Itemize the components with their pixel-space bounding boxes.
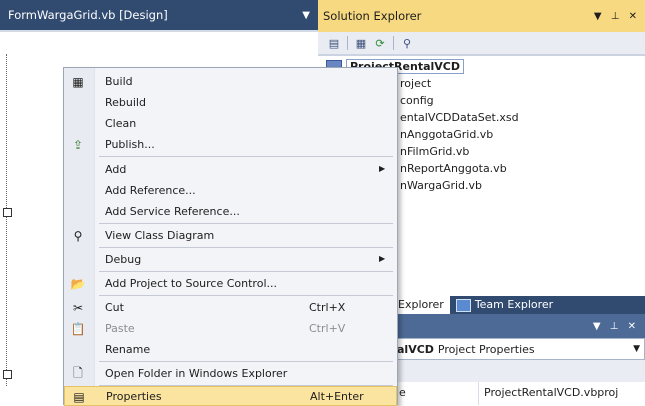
solution-explorer-title: Solution Explorer	[323, 9, 422, 23]
menu-item-paste: 📋 Paste Ctrl+V	[64, 318, 397, 340]
menu-item-publish[interactable]: ⇪ Publish...	[64, 134, 397, 156]
menu-item-debug[interactable]: Debug ▶	[64, 249, 397, 271]
tree-item[interactable]: config	[400, 92, 434, 109]
menu-item-add-reference[interactable]: Add Reference...	[64, 180, 397, 202]
designer-tab-title[interactable]: FormWargaGrid.vb [Design]	[8, 8, 168, 22]
tree-item[interactable]: nFilmGrid.vb	[400, 143, 469, 160]
project-context-menu: ▦ Build Rebuild Clean ⇪ Publish... Add ▶…	[63, 67, 398, 406]
properties-toolbar-icon[interactable]: ▤	[326, 35, 342, 51]
menu-item-add-service-reference[interactable]: Add Service Reference...	[64, 201, 397, 223]
tab-team-explorer[interactable]: Team Explorer	[450, 296, 559, 314]
menu-item-rebuild[interactable]: Rebuild	[64, 92, 397, 114]
tree-item[interactable]: nWargaGrid.vb	[400, 177, 482, 194]
source-control-icon: 📂	[70, 277, 86, 291]
menu-item-cut[interactable]: ✂ Cut Ctrl+X	[64, 297, 397, 319]
menu-item-label: Add Project to Source Control...	[105, 277, 277, 290]
menu-item-label: Rebuild	[105, 96, 146, 109]
menu-shortcut: Ctrl+X	[309, 301, 346, 314]
properties-object-type: Project Properties	[437, 342, 535, 356]
tab-dropdown-icon[interactable]: ▼	[302, 10, 310, 21]
menu-item-label: Build	[105, 75, 133, 88]
toolbar-separator	[393, 36, 394, 50]
menu-separator	[99, 223, 393, 224]
menu-separator	[99, 361, 393, 362]
menu-item-label: Rename	[105, 343, 151, 356]
show-all-files-icon[interactable]: ▦	[353, 35, 369, 51]
menu-item-properties[interactable]: ▤ Properties Alt+Enter	[64, 386, 397, 406]
panel-controls-icon[interactable]: ▼ ⊥ ✕	[594, 11, 640, 22]
property-divider	[478, 382, 479, 405]
team-explorer-icon	[455, 298, 471, 312]
publish-icon: ⇪	[72, 138, 84, 152]
menu-item-label: Add Reference...	[105, 184, 196, 197]
menu-separator	[99, 156, 393, 157]
menu-item-label: Debug	[105, 253, 142, 266]
designer-tab-header[interactable]: FormWargaGrid.vb [Design] ▼	[0, 0, 318, 32]
tree-item[interactable]: nReportAnggota.vb	[400, 160, 507, 177]
menu-shortcut: Alt+Enter	[310, 390, 364, 403]
property-value[interactable]: ProjectRentalVCD.vbproj	[484, 386, 618, 399]
solution-explorer-header: Solution Explorer ▼ ⊥ ✕	[318, 0, 645, 32]
menu-item-label: View Class Diagram	[105, 229, 215, 242]
paste-icon: 📋	[70, 322, 86, 336]
submenu-arrow-icon: ▶	[379, 164, 386, 173]
form-border	[6, 54, 13, 386]
menu-item-label: Add Service Reference...	[105, 205, 240, 218]
menu-item-label: Clean	[105, 117, 137, 130]
menu-separator	[99, 295, 393, 296]
panel-controls-icon[interactable]: ▼ ⊥ ✕	[593, 321, 639, 332]
build-icon: ▦	[72, 75, 84, 89]
menu-item-label: Cut	[105, 301, 124, 314]
menu-separator	[99, 247, 393, 248]
open-folder-icon: 🗋	[73, 365, 83, 380]
menu-item-clean[interactable]: Clean	[64, 113, 397, 135]
tree-item[interactable]: roject	[400, 75, 431, 92]
properties-object-name: alVCD	[397, 342, 434, 356]
menu-item-label: Open Folder in Windows Explorer	[105, 367, 288, 380]
menu-shortcut: Ctrl+V	[309, 322, 346, 335]
chevron-down-icon[interactable]: ▼	[633, 344, 640, 354]
tree-item[interactable]: entalVCDDataSet.xsd	[400, 109, 519, 126]
tab-solution-explorer-label[interactable]: Explorer	[398, 296, 444, 314]
refresh-icon[interactable]: ⟳	[372, 35, 388, 51]
menu-item-add[interactable]: Add ▶	[64, 159, 397, 181]
tab-team-explorer-label[interactable]: Team Explorer	[475, 296, 553, 314]
resize-handle-middle[interactable]	[3, 208, 12, 217]
class-diagram-icon: ⚲	[73, 229, 83, 243]
properties-icon: ▤	[73, 390, 85, 404]
menu-item-label: Properties	[106, 390, 162, 403]
view-class-diagram-icon[interactable]: ⚲	[399, 35, 415, 51]
toolbar-separator	[347, 36, 348, 50]
menu-item-label: Publish...	[105, 138, 155, 151]
resize-handle-bottom[interactable]	[3, 370, 12, 379]
menu-item-build[interactable]: ▦ Build	[64, 71, 397, 93]
menu-item-open-folder[interactable]: 🗋 Open Folder in Windows Explorer	[64, 363, 397, 385]
menu-item-add-to-source-control[interactable]: 📂 Add Project to Source Control...	[64, 273, 397, 295]
menu-separator	[99, 271, 393, 272]
scissors-icon: ✂	[72, 301, 84, 315]
submenu-arrow-icon: ▶	[379, 254, 386, 263]
solution-explorer-toolbar: ▤ ▦ ⟳ ⚲	[318, 32, 645, 54]
menu-item-label: Paste	[105, 322, 135, 335]
menu-item-rename[interactable]: Rename	[64, 339, 397, 361]
tree-item[interactable]: nAnggotaGrid.vb	[400, 126, 493, 143]
menu-item-label: Add	[105, 163, 127, 176]
menu-item-view-class-diagram[interactable]: ⚲ View Class Diagram	[64, 225, 397, 247]
